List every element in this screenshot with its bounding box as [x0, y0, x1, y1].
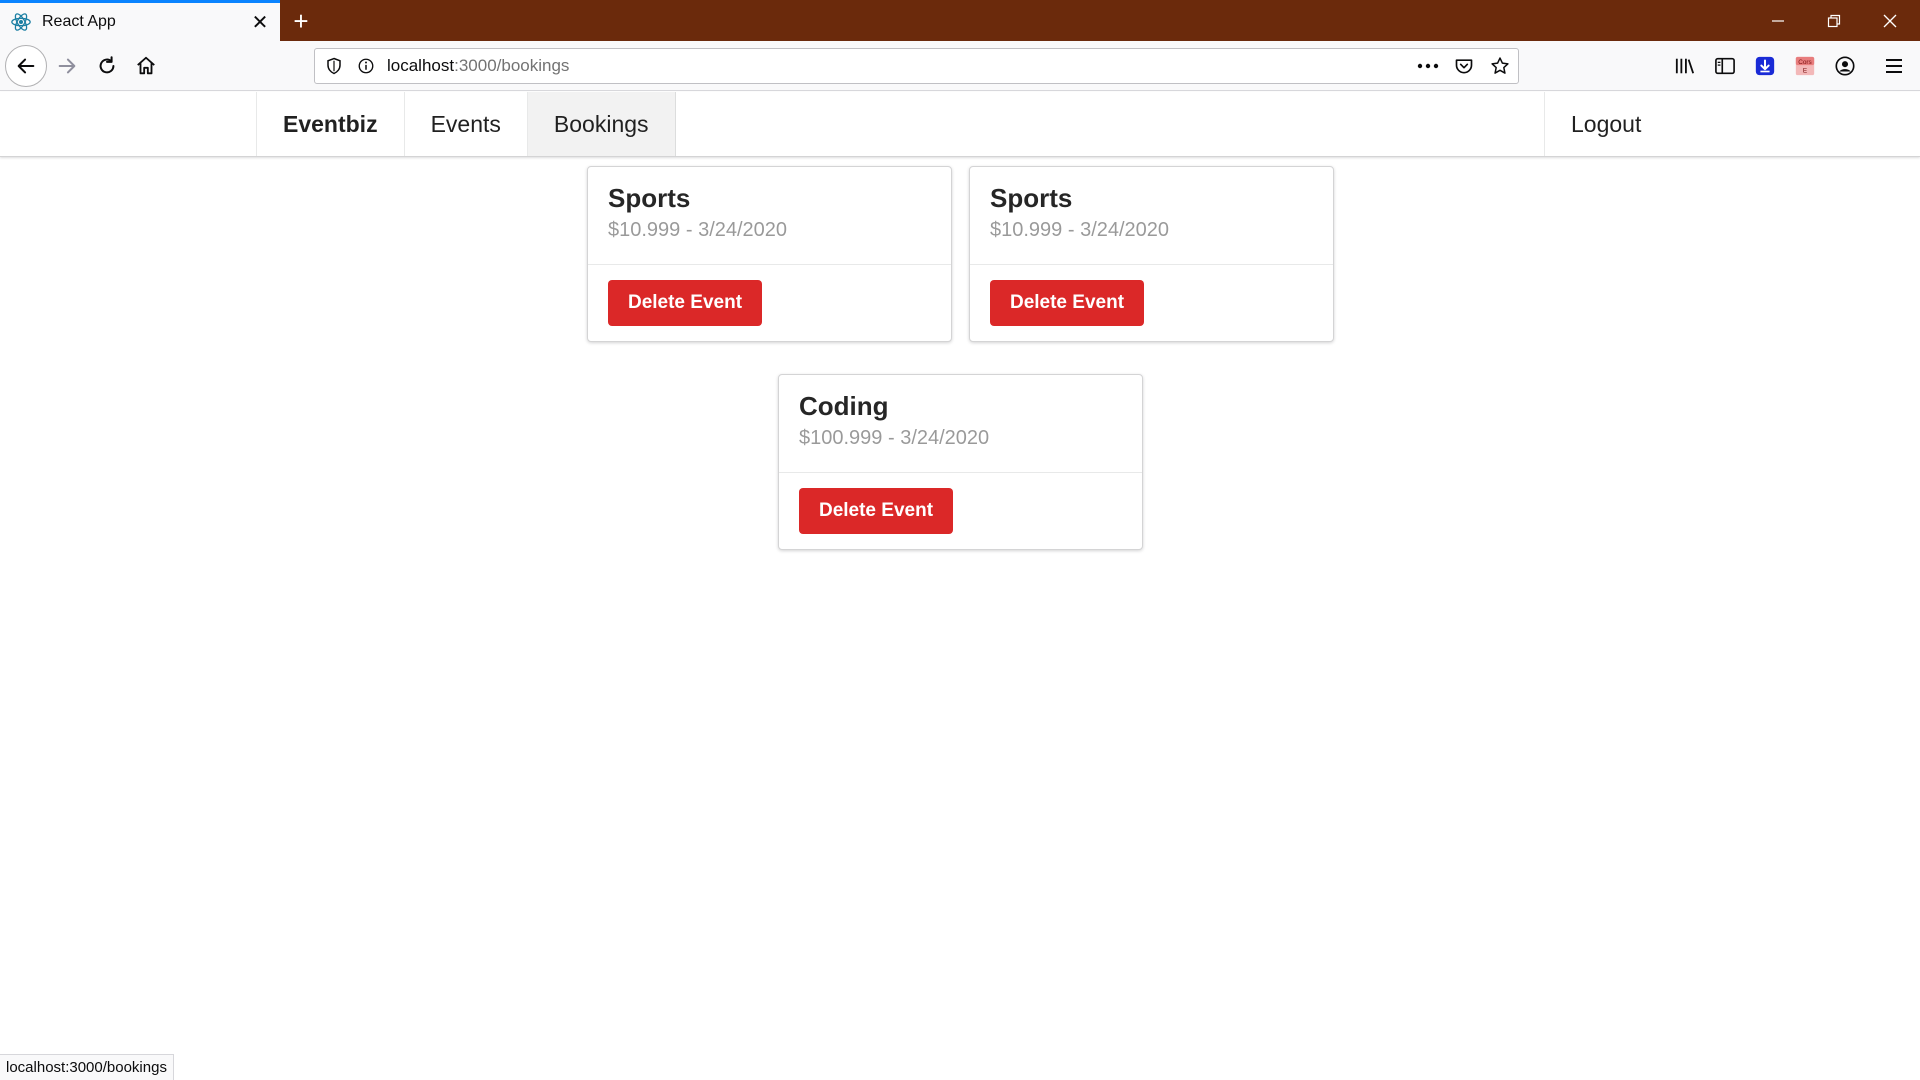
tab-title: React App [42, 13, 116, 30]
delete-event-button[interactable]: Delete Event [608, 280, 762, 326]
card-content: Sports $10.999 - 3/24/2020 [588, 167, 951, 265]
new-tab-icon[interactable]: + [286, 6, 316, 36]
pocket-icon[interactable] [1446, 48, 1482, 84]
logout-link[interactable]: Logout [1544, 92, 1920, 156]
hamburger-menu-icon[interactable] [1876, 48, 1912, 84]
card-actions: Delete Event [779, 473, 1142, 549]
url-host: localhost [387, 56, 455, 75]
forward-arrow-icon[interactable] [48, 47, 86, 85]
card-content: Sports $10.999 - 3/24/2020 [970, 167, 1333, 265]
delete-event-button[interactable]: Delete Event [799, 488, 953, 534]
bookmark-star-icon[interactable] [1482, 48, 1518, 84]
delete-event-button[interactable]: Delete Event [990, 280, 1144, 326]
more-actions-icon[interactable] [1410, 48, 1446, 84]
app-menu: Eventbiz Events Bookings Logout [0, 92, 1920, 157]
url-path: :3000/bookings [454, 56, 570, 75]
svg-text:Cors: Cors [1798, 59, 1812, 66]
brand-link[interactable]: Eventbiz [256, 92, 405, 156]
account-icon[interactable] [1827, 48, 1863, 84]
reload-icon[interactable] [88, 47, 126, 85]
event-price-date: $10.999 - 3/24/2020 [990, 219, 1170, 241]
url-text[interactable]: localhost:3000/bookings [387, 56, 1410, 76]
restore-icon[interactable] [1806, 0, 1862, 41]
browser-tab-bar: React App ✕ + [0, 0, 1920, 41]
booking-card: Coding $100.999 - 3/24/2020 Delete Event [778, 374, 1143, 550]
svg-text:E: E [1803, 67, 1807, 74]
nav-bookings[interactable]: Bookings [527, 92, 676, 156]
card-actions: Delete Event [588, 265, 951, 341]
card-actions: Delete Event [970, 265, 1333, 341]
home-icon[interactable] [127, 47, 165, 85]
booking-card: Sports $10.999 - 3/24/2020 Delete Event [969, 166, 1334, 342]
menu-right: Logout [1544, 92, 1920, 156]
browser-toolbar: localhost:3000/bookings Cors E [0, 41, 1920, 91]
event-price-date: $10.999 - 3/24/2020 [608, 219, 788, 241]
shield-icon[interactable] [321, 53, 347, 79]
info-icon[interactable] [353, 53, 379, 79]
nav-events[interactable]: Events [405, 92, 528, 156]
menu-left: Eventbiz Events Bookings [256, 92, 676, 156]
card-content: Coding $100.999 - 3/24/2020 [779, 375, 1142, 473]
library-icon[interactable] [1667, 48, 1703, 84]
cors-extension-icon[interactable]: Cors E [1787, 48, 1823, 84]
download-extension-icon[interactable] [1747, 48, 1783, 84]
event-price-date: $100.999 - 3/24/2020 [799, 427, 990, 449]
back-arrow-icon[interactable] [5, 45, 47, 87]
event-title: Sports [990, 183, 1073, 213]
close-tab-icon[interactable]: ✕ [248, 10, 272, 34]
minimize-icon[interactable] [1750, 0, 1806, 41]
booking-card: Sports $10.999 - 3/24/2020 Delete Event [587, 166, 952, 342]
close-window-icon[interactable] [1862, 0, 1918, 41]
react-logo-icon [10, 11, 32, 33]
event-title: Coding [799, 391, 889, 421]
event-title: Sports [608, 183, 691, 213]
sidebar-icon[interactable] [1707, 48, 1743, 84]
browser-tab[interactable]: React App ✕ [0, 0, 280, 41]
browser-status-bar: localhost:3000/bookings [0, 1054, 174, 1080]
url-bar[interactable]: localhost:3000/bookings [314, 48, 1519, 84]
